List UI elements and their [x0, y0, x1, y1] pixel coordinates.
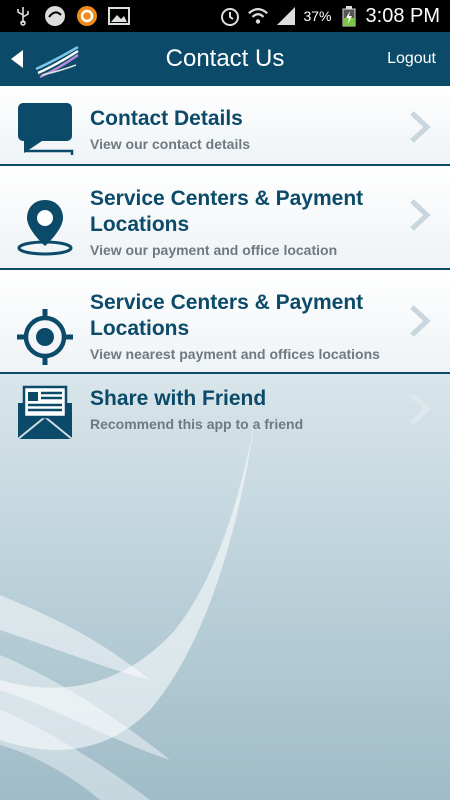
app-icon-2 — [76, 5, 98, 27]
list-item-share-with-friend[interactable]: Share with Friend Recommend this app to … — [0, 374, 450, 454]
chevron-right-icon — [410, 199, 431, 231]
image-icon — [108, 5, 130, 27]
clock: 3:08 PM — [365, 4, 440, 27]
contact-options-list: Contact Details View our contact details… — [0, 86, 450, 454]
logout-button[interactable]: Logout — [387, 50, 436, 68]
list-item-contact-details[interactable]: Contact Details View our contact details — [0, 86, 450, 166]
app-icon-1 — [44, 5, 66, 27]
chevron-right-icon — [410, 305, 431, 337]
location-pin-icon — [14, 196, 76, 258]
alarm-icon — [219, 5, 241, 27]
crosshair-icon — [14, 306, 76, 368]
item-title: Service Centers & Payment Locations — [90, 291, 364, 340]
battery-icon — [338, 5, 360, 27]
chat-bubble-icon — [14, 98, 76, 160]
status-bar: 37% 3:08 PM — [0, 0, 450, 32]
back-arrow-icon — [11, 50, 23, 68]
item-title: Share with Friend — [90, 387, 267, 410]
signal-icon — [275, 5, 297, 27]
header-bar: Contact Us Logout — [0, 32, 450, 86]
item-subtitle: View our contact details — [90, 136, 251, 152]
envelope-icon — [14, 382, 76, 444]
item-subtitle: View our payment and office location — [90, 242, 338, 258]
usb-icon — [12, 5, 34, 27]
back-button[interactable] — [0, 32, 34, 86]
item-subtitle: View nearest payment and offices locatio… — [90, 346, 380, 362]
app-logo — [34, 39, 80, 79]
chevron-right-icon — [410, 111, 431, 143]
item-subtitle: Recommend this app to a friend — [90, 416, 304, 432]
list-item-service-centers[interactable]: Service Centers & Payment Locations View… — [0, 166, 450, 270]
chevron-right-icon — [410, 393, 431, 425]
wifi-icon — [247, 5, 269, 27]
battery-percent: 37% — [303, 8, 332, 24]
list-item-nearest-locations[interactable]: Service Centers & Payment Locations View… — [0, 270, 450, 374]
item-title: Contact Details — [90, 107, 243, 130]
item-title: Service Centers & Payment Locations — [90, 187, 364, 236]
